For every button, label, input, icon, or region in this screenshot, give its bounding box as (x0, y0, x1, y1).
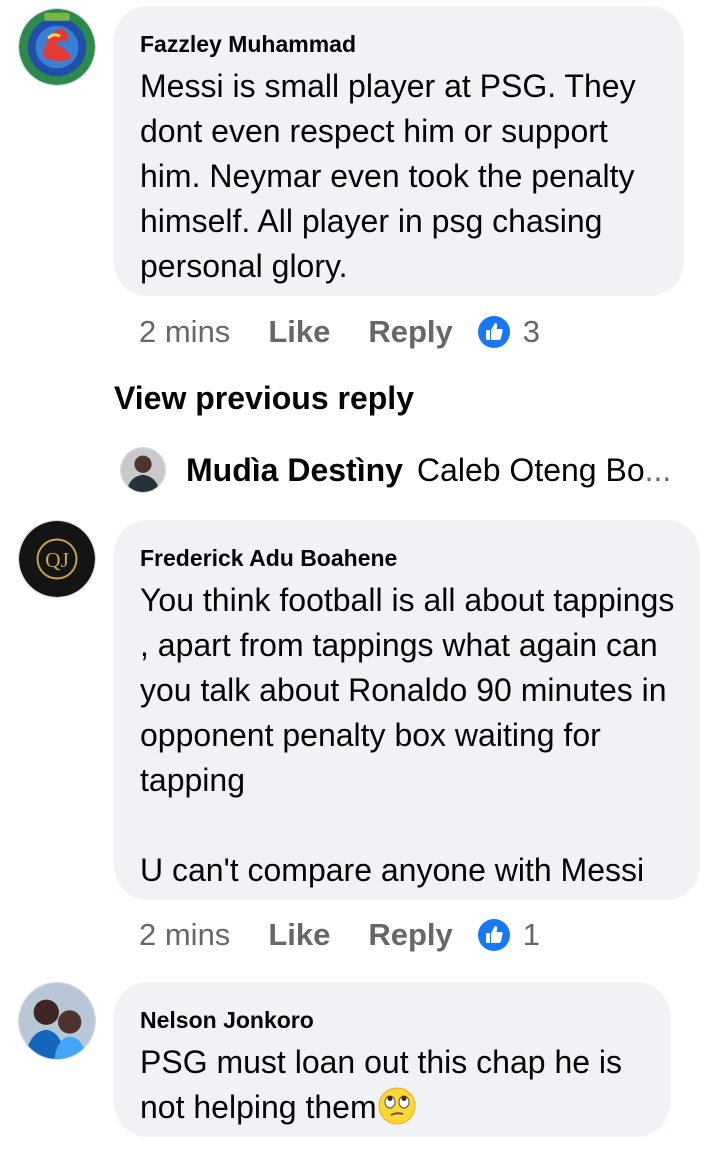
gold-monogram-icon: QJ (19, 521, 95, 597)
avatar-frederick[interactable]: QJ (18, 520, 96, 598)
reply-button[interactable]: Reply (368, 917, 452, 953)
reply-ellipsis: ... (644, 451, 672, 488)
avatar-mudia[interactable] (120, 447, 166, 493)
like-button[interactable]: Like (268, 917, 330, 953)
reply-button[interactable]: Reply (368, 314, 452, 350)
comment-text: You think football is all about tappings… (140, 582, 675, 888)
comment-actions: 2 mins Like Reply 1 (139, 913, 540, 957)
comment-bubble: Frederick Adu Boahene You think football… (114, 520, 700, 900)
reply-author[interactable]: Mudìa Destìny (186, 452, 403, 489)
comment-text: Messi is small player at PSG. They dont … (140, 68, 636, 284)
view-previous-reply-link[interactable]: View previous reply (114, 380, 414, 417)
comment-author[interactable]: Fazzley Muhammad (140, 30, 662, 58)
reply-text: Caleb Oteng Bo (416, 451, 645, 488)
reaction-count[interactable]: 3 (523, 314, 540, 350)
comment-time[interactable]: 2 mins (139, 314, 230, 350)
photo-avatar-icon (19, 983, 95, 1059)
comment-bubble: Fazzley Muhammad Messi is small player a… (114, 6, 684, 296)
avatar-nelson[interactable] (18, 982, 96, 1060)
photo-avatar-icon (121, 448, 165, 492)
comment-author[interactable]: Nelson Jonkoro (140, 1006, 648, 1034)
eye-roll-emoji-icon (377, 1086, 417, 1126)
comment-actions: 2 mins Like Reply 3 (139, 310, 540, 354)
reaction-count[interactable]: 1 (523, 917, 540, 953)
like-reaction-icon[interactable] (477, 918, 511, 952)
comment-author[interactable]: Frederick Adu Boahene (140, 544, 678, 572)
colorful-logo-icon (19, 9, 95, 85)
like-button[interactable]: Like (268, 314, 330, 350)
reply-preview[interactable]: Mudìa Destìny Caleb Oteng Bo ... (120, 446, 700, 494)
avatar-fazzley[interactable] (18, 8, 96, 86)
monogram-text: QJ (45, 548, 69, 572)
comment-text-wrap: PSG must loan out this chap he is not he… (140, 1040, 648, 1130)
comment-time[interactable]: 2 mins (139, 917, 230, 953)
like-reaction-icon[interactable] (477, 315, 511, 349)
comment-bubble: Nelson Jonkoro PSG must loan out this ch… (114, 982, 670, 1137)
